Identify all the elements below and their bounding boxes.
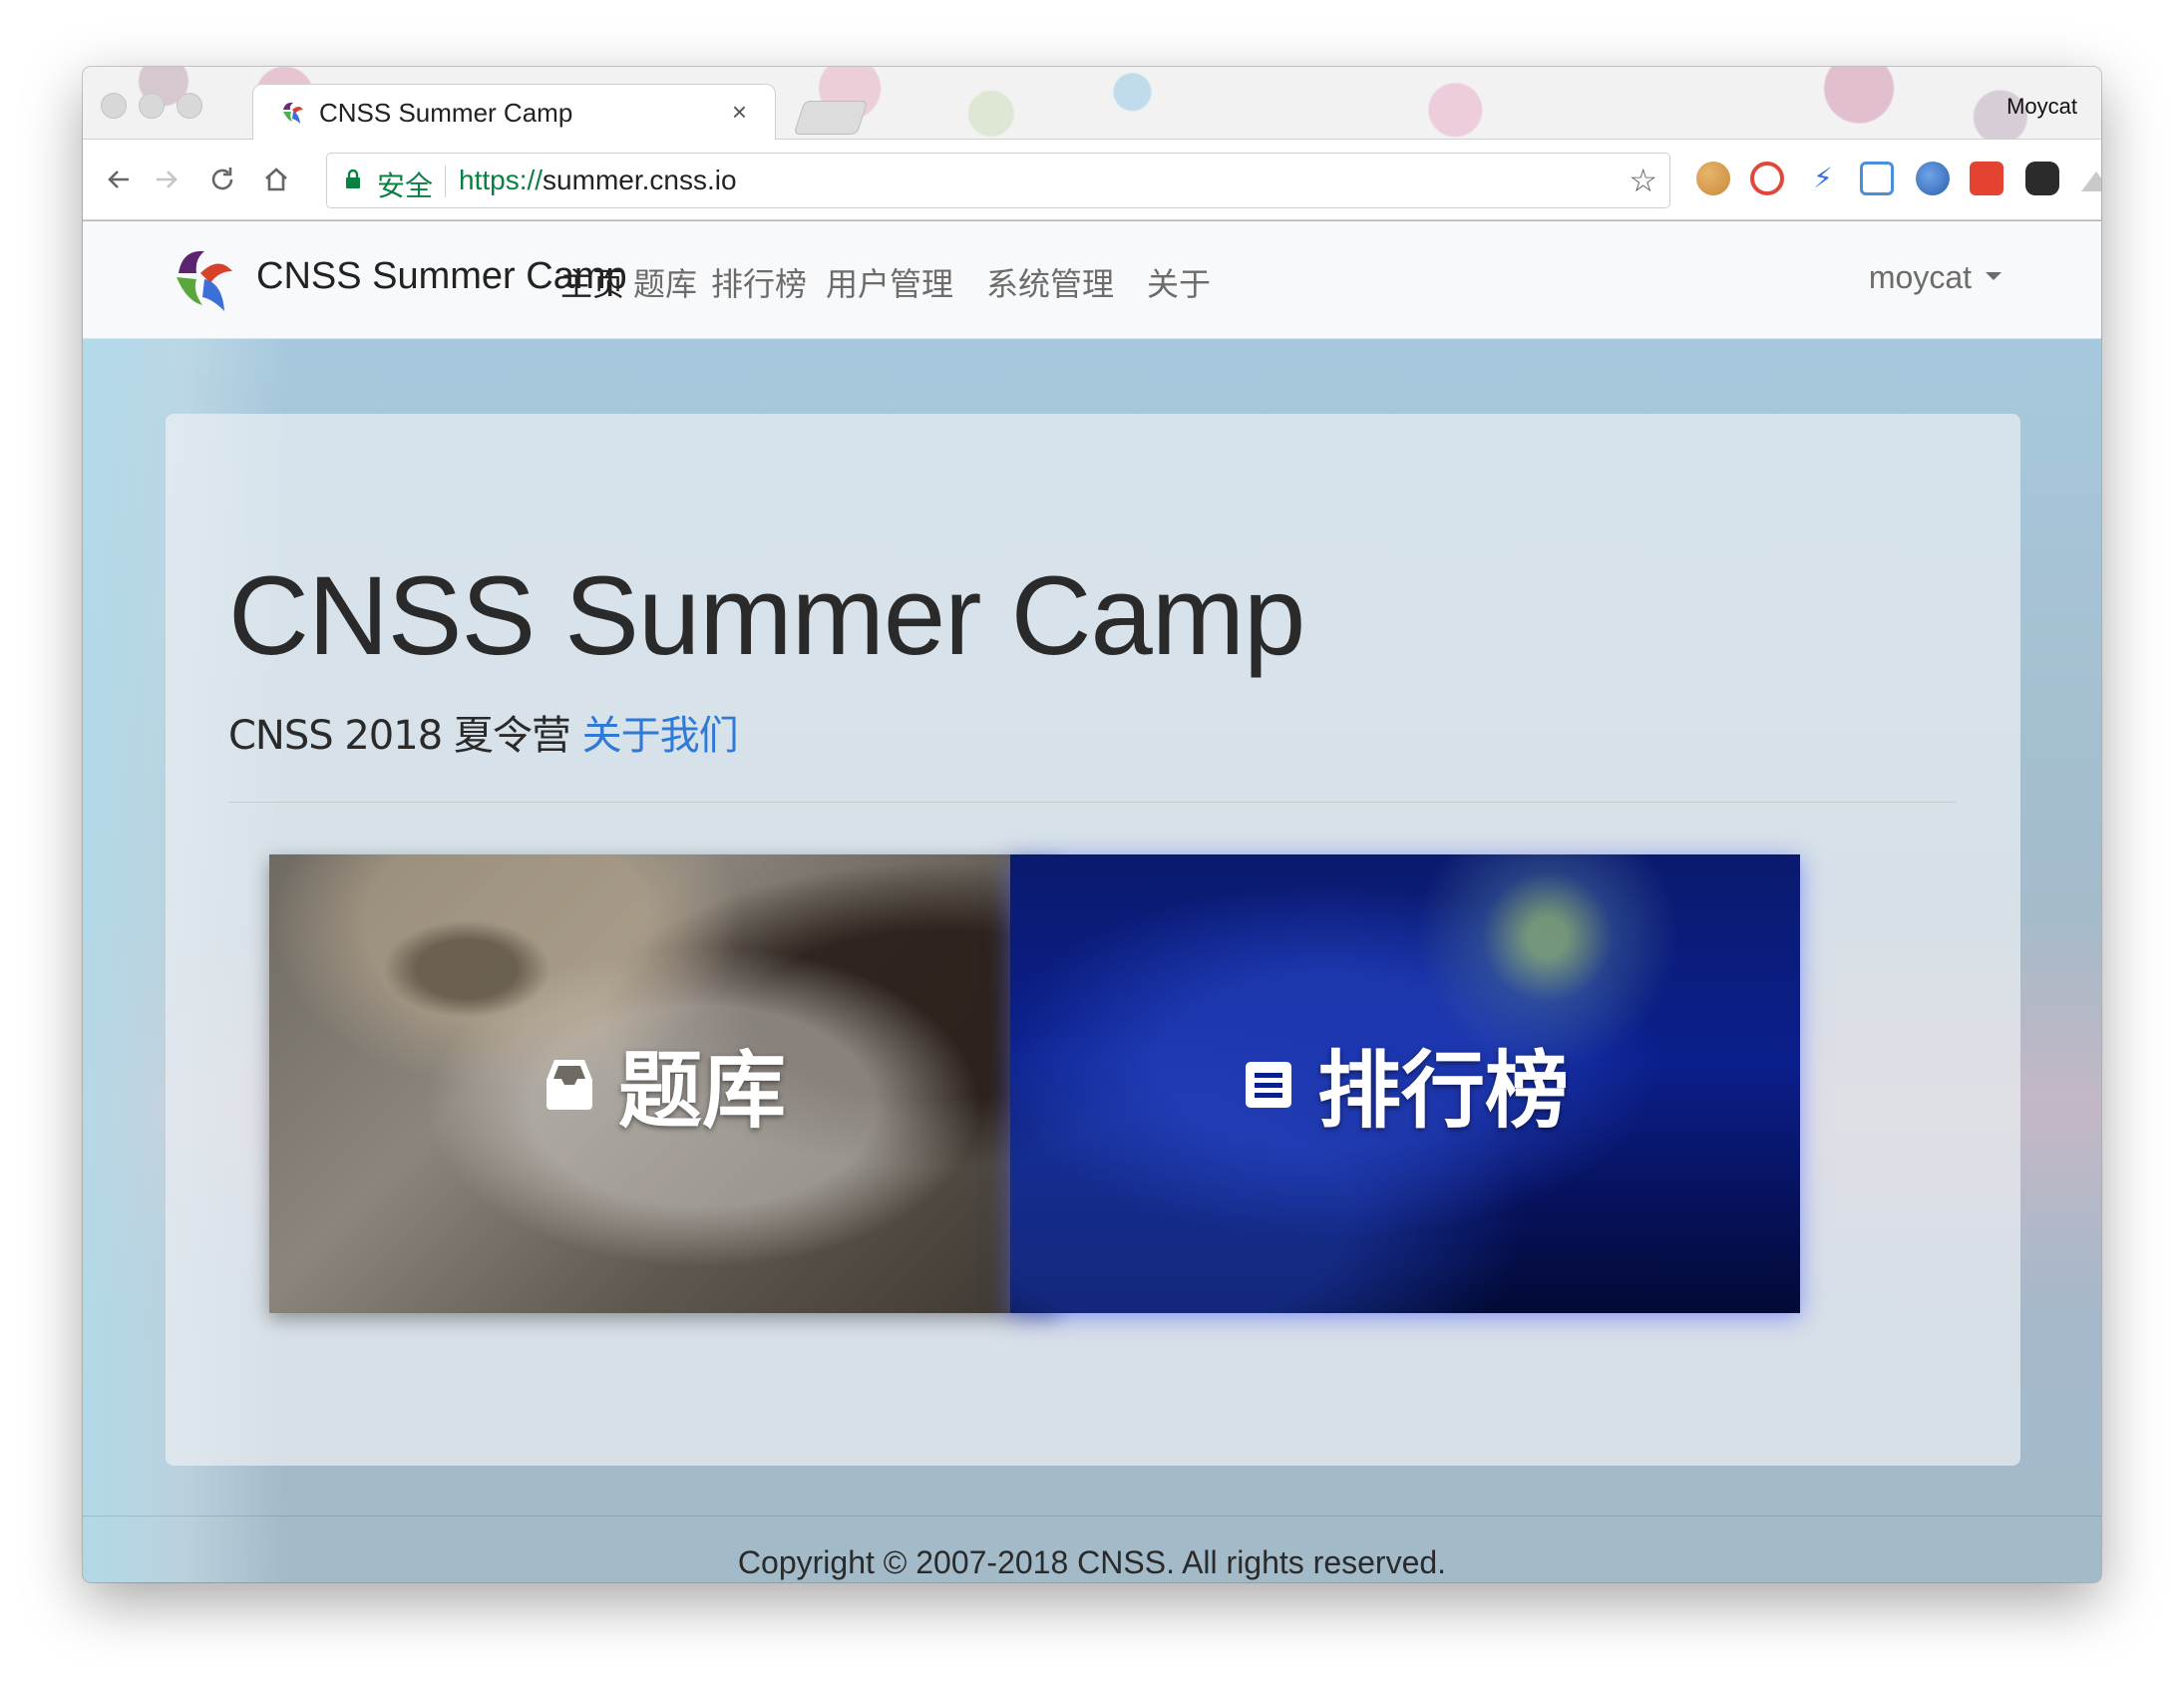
nav-item-user-management[interactable]: 用户管理 <box>826 259 953 305</box>
ranking-card-label: 排行榜 <box>1010 854 1800 1313</box>
cnss-favicon-icon <box>283 102 303 124</box>
jumbotron: CNSS Summer Camp CNSS 2018 夏令营 关于我们 题库 排… <box>166 414 2020 1466</box>
forward-icon[interactable] <box>149 162 184 197</box>
hero-title: CNSS Summer Camp <box>228 553 1305 678</box>
address-bar[interactable]: 安全 https://summer.cnss.io ☆ <box>326 153 1670 208</box>
reload-icon[interactable] <box>204 162 240 197</box>
nav-item-system-management[interactable]: 系统管理 <box>986 259 1114 305</box>
close-window-button[interactable] <box>101 93 127 119</box>
nav-item-problems[interactable]: 题库 <box>633 259 697 305</box>
cnss-logo-icon[interactable] <box>167 243 238 315</box>
menu-icon[interactable]: ⋮ <box>2091 162 2101 197</box>
user-name: moycat <box>1868 259 1972 295</box>
lock-icon <box>346 169 360 188</box>
copyright-text: Copyright © 2007-2018 CNSS. All rights r… <box>737 1544 1447 1580</box>
divider <box>228 802 1957 803</box>
problems-card[interactable]: 题库 <box>269 854 1059 1313</box>
hero-subtitle: CNSS 2018 夏令营 关于我们 <box>228 703 739 761</box>
s-extension-icon[interactable] <box>1860 162 1894 195</box>
user-dropdown[interactable]: moycat <box>1869 259 2002 296</box>
tab-strip: CNSS Summer Camp × Moycat <box>83 67 2101 140</box>
zoom-window-button[interactable] <box>177 93 202 119</box>
nav-item-home[interactable]: 主页 <box>560 259 624 305</box>
lightning-extension-icon[interactable]: ⚡ <box>1806 162 1840 195</box>
url-host: summer.cnss.io <box>543 165 737 195</box>
star-icon[interactable]: ☆ <box>1629 162 1657 199</box>
nav-item-about[interactable]: 关于 <box>1147 259 1211 305</box>
url-text[interactable]: https://summer.cnss.io <box>459 165 737 196</box>
problems-card-text: 题库 <box>617 1041 786 1140</box>
browser-toolbar: 安全 https://summer.cnss.io ☆ ⚡ ⋮ <box>83 140 2101 220</box>
site-navbar: CNSS Summer Camp 主页 题库 排行榜 用户管理 系统管理 关于 … <box>83 221 2101 339</box>
hero-subtitle-text: CNSS 2018 夏令营 <box>228 713 571 759</box>
cookie-extension-icon[interactable] <box>1696 162 1730 195</box>
tab-title: CNSS Summer Camp <box>319 98 573 128</box>
url-scheme: https:// <box>459 165 544 195</box>
about-us-link[interactable]: 关于我们 <box>582 713 739 759</box>
ranking-card[interactable]: 排行榜 <box>1010 854 1800 1313</box>
page-content: CNSS Summer Camp 主页 题库 排行榜 用户管理 系统管理 关于 … <box>83 221 2101 1582</box>
omnibox-separator <box>445 166 446 197</box>
profile-name[interactable]: Moycat <box>2006 94 2077 120</box>
ghostery-extension-icon[interactable] <box>2025 162 2059 195</box>
new-tab-button[interactable] <box>793 101 869 135</box>
minimize-window-button[interactable] <box>139 93 165 119</box>
problems-card-label: 题库 <box>269 854 1059 1313</box>
list-icon <box>1245 1062 1291 1108</box>
footer: Copyright © 2007-2018 CNSS. All rights r… <box>83 1515 2101 1582</box>
home-icon[interactable] <box>258 162 294 197</box>
todoist-extension-icon[interactable] <box>1970 162 2003 195</box>
ranking-card-text: 排行榜 <box>1316 1041 1569 1140</box>
browser-window: CNSS Summer Camp × Moycat 安全 https://sum… <box>83 67 2101 1582</box>
browser-tab[interactable]: CNSS Summer Camp × <box>252 84 776 140</box>
inbox-icon <box>546 1060 592 1110</box>
nav-item-ranking[interactable]: 排行榜 <box>711 259 807 305</box>
globe-extension-icon[interactable] <box>1916 162 1950 195</box>
secure-label: 安全 <box>377 170 434 201</box>
adblock-extension-icon[interactable] <box>1750 162 1784 195</box>
tab-close-icon[interactable]: × <box>732 97 747 128</box>
back-icon[interactable] <box>101 162 137 197</box>
caret-down-icon <box>1986 271 2002 280</box>
